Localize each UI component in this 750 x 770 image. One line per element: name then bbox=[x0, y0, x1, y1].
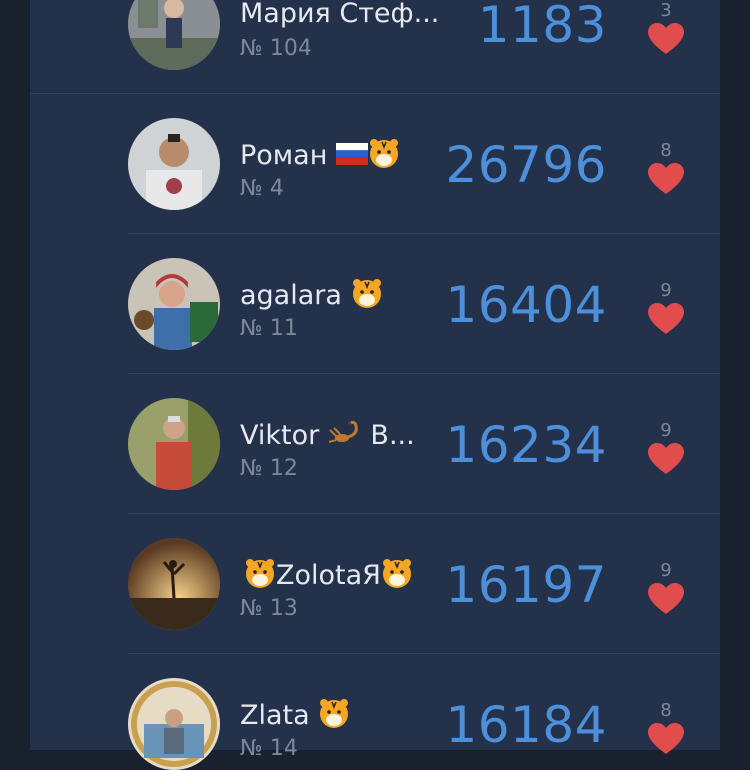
heart-icon[interactable] bbox=[648, 23, 684, 55]
heart-icon[interactable] bbox=[648, 583, 684, 615]
list-item[interactable]: Мария Стеф... № 104 1183 3 bbox=[0, 0, 750, 94]
score: 16234 bbox=[445, 416, 607, 474]
likes[interactable]: 8 bbox=[626, 700, 706, 755]
likes-count: 8 bbox=[660, 700, 672, 721]
russian-flag-icon bbox=[335, 141, 368, 172]
score: 1183 bbox=[477, 0, 607, 54]
score: 16184 bbox=[445, 696, 607, 754]
likes-count: 8 bbox=[660, 140, 672, 161]
likes-count: 9 bbox=[660, 280, 672, 301]
score: 16197 bbox=[445, 556, 607, 614]
user-rank: № 4 bbox=[240, 176, 284, 201]
user-name: Роман bbox=[240, 138, 400, 175]
user-rank: № 12 bbox=[240, 456, 298, 481]
tiger-icon bbox=[368, 138, 400, 175]
user-name: agalara bbox=[240, 278, 383, 315]
user-name: Мария Стеф... bbox=[240, 0, 440, 29]
user-name: Viktor B... bbox=[240, 418, 415, 455]
heart-icon[interactable] bbox=[648, 303, 684, 335]
likes[interactable]: 9 bbox=[626, 420, 706, 475]
avatar[interactable] bbox=[128, 678, 220, 770]
heart-icon[interactable] bbox=[648, 163, 684, 195]
avatar[interactable] bbox=[128, 538, 220, 630]
user-rank: № 11 bbox=[240, 316, 298, 341]
list-item[interactable]: Viktor B... № 12 16234 9 bbox=[0, 374, 750, 514]
likes[interactable]: 9 bbox=[626, 280, 706, 335]
avatar[interactable] bbox=[128, 0, 220, 70]
likes-count: 9 bbox=[660, 560, 672, 581]
likes-count: 9 bbox=[660, 420, 672, 441]
heart-icon[interactable] bbox=[648, 723, 684, 755]
list-item[interactable]: ZolotaЯ № 13 16197 9 bbox=[0, 514, 750, 654]
scorpion-icon bbox=[328, 418, 362, 455]
likes[interactable]: 8 bbox=[626, 140, 706, 195]
user-rank: № 13 bbox=[240, 596, 298, 621]
list-item[interactable]: agalara № 11 16404 9 bbox=[0, 234, 750, 374]
score: 26796 bbox=[445, 136, 607, 194]
likes[interactable]: 9 bbox=[626, 560, 706, 615]
list-item[interactable]: Zlata № 14 16184 8 bbox=[0, 654, 750, 770]
tiger-icon bbox=[244, 558, 276, 595]
avatar[interactable] bbox=[128, 398, 220, 490]
user-rank: № 104 bbox=[240, 36, 312, 61]
list-item[interactable]: Роман № 4 26796 8 bbox=[0, 94, 750, 234]
score: 16404 bbox=[445, 276, 607, 334]
avatar[interactable] bbox=[128, 118, 220, 210]
tiger-icon bbox=[381, 558, 413, 595]
user-name: ZolotaЯ bbox=[244, 558, 413, 595]
likes[interactable]: 3 bbox=[626, 0, 706, 55]
user-rank: № 14 bbox=[240, 736, 298, 761]
likes-count: 3 bbox=[660, 0, 672, 21]
avatar[interactable] bbox=[128, 258, 220, 350]
heart-icon[interactable] bbox=[648, 443, 684, 475]
tiger-icon bbox=[318, 698, 350, 735]
user-name: Zlata bbox=[240, 698, 350, 735]
tiger-icon bbox=[351, 278, 383, 315]
